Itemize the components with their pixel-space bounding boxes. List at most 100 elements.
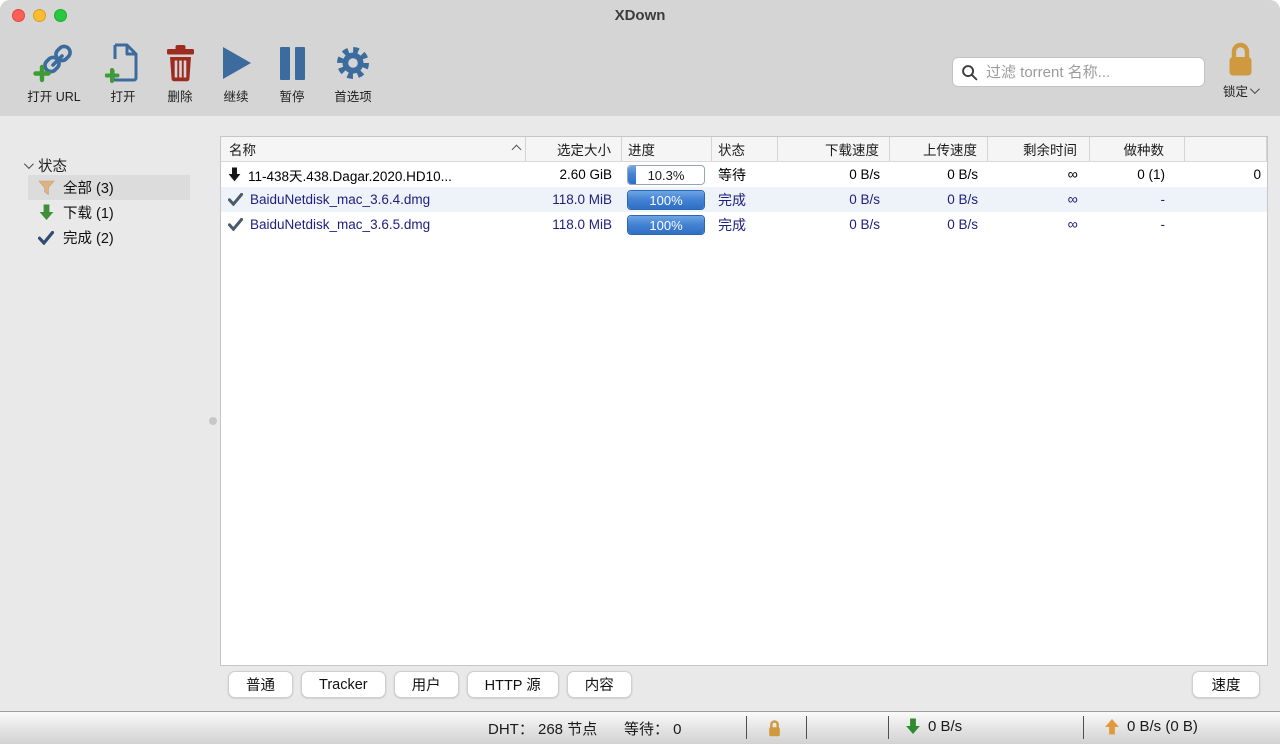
toolbar-label: 打开 [110,86,135,105]
waiting-count-status: 等待： 0 [624,718,682,739]
main-area: 状态 全部 (3) 下载 (1) 完成 [0,116,1280,712]
statusbar-divider [888,716,889,739]
pause-button[interactable]: 暂停 [268,30,316,105]
cell-name: BaiduNetdisk_mac_3.6.5.dmg [221,212,526,237]
upload-speed-status: 0 B/s (0 B) [1104,718,1198,735]
cell-download-speed: 0 B/s [778,187,890,212]
cell-progress: 100% [622,187,712,212]
completed-check-icon [228,218,243,231]
sidebar-item-label: 全部 (3) [63,177,114,198]
table-row[interactable]: BaiduNetdisk_mac_3.6.5.dmg 118.0 MiB 100… [221,212,1267,237]
lock-label-wrap: 锁定 [1223,81,1257,100]
dht-nodes-status: DHT： 268 节点 [488,718,597,739]
speed-button[interactable]: 速度 [1192,671,1260,698]
cell-name: BaiduNetdisk_mac_3.6.4.dmg [221,187,526,212]
xdown-window: XDown [0,0,1280,744]
window-chrome: XDown [0,0,1280,117]
column-header-download-speed[interactable]: 下载速度 [778,137,890,161]
cell-status: 完成 [712,212,778,237]
lock-icon [1225,42,1256,77]
open-file-button[interactable]: 打开 [98,30,148,105]
upload-arrow-icon [1104,718,1120,735]
table-row[interactable]: BaiduNetdisk_mac_3.6.4.dmg 118.0 MiB 100… [221,187,1267,212]
download-arrow-icon [37,204,55,221]
check-icon [37,231,55,245]
table-body: 11-438天.438.Dagar.2020.HD10... 2.60 GiB … [221,162,1267,237]
sidebar-group-status[interactable]: 状态 [24,155,67,176]
cell-name: 11-438天.438.Dagar.2020.HD10... [221,162,526,187]
toolbar-buttons: 打开 URL 打开 [18,30,382,105]
sidebar-item-downloading[interactable]: 下载 (1) [28,200,190,225]
pause-icon [279,42,306,84]
toolbar: 打开 URL 打开 [0,30,1280,115]
trash-icon [165,42,196,84]
chevron-down-icon [1250,84,1260,94]
resume-button[interactable]: 继续 [212,30,260,105]
table-row[interactable]: 11-438天.438.Dagar.2020.HD10... 2.60 GiB … [221,162,1267,187]
toolbar-label: 首选项 [334,86,372,105]
download-speed-value: 0 B/s [928,718,962,735]
title-bar[interactable]: XDown [0,0,1280,30]
cell-upload-speed: 0 B/s [890,187,988,212]
play-icon [220,42,253,84]
document-plus-icon [105,42,141,84]
sort-ascending-icon [512,144,522,154]
cell-extra [1185,187,1267,212]
download-arrow-icon [905,718,921,735]
cell-progress: 10.3% [622,162,712,187]
column-header-seeds[interactable]: 做种数 [1090,137,1185,161]
progress-label: 100% [628,216,704,234]
cell-size: 118.0 MiB [526,187,622,212]
delete-button[interactable]: 删除 [156,30,204,105]
column-header-eta[interactable]: 剩余时间 [988,137,1090,161]
cell-status: 等待 [712,162,778,187]
completed-check-icon [228,193,243,206]
column-header-size[interactable]: 选定大小 [526,137,622,161]
sidebar-item-completed[interactable]: 完成 (2) [28,225,190,250]
preferences-button[interactable]: 首选项 [324,30,382,105]
column-header-name[interactable]: 名称 [221,137,526,161]
cell-seeds: - [1090,187,1185,212]
cell-extra [1185,212,1267,237]
progress-label: 10.3% [628,166,704,184]
open-url-button[interactable]: 打开 URL [18,30,90,105]
cell-upload-speed: 0 B/s [890,162,988,187]
cell-status: 完成 [712,187,778,212]
table-header: 名称 选定大小 进度 状态 下载速度 上传速度 剩余时间 做种数 [221,137,1267,162]
filter-search-field[interactable] [952,57,1205,87]
column-header-extra[interactable] [1185,137,1267,161]
column-header-upload-speed[interactable]: 上传速度 [890,137,988,161]
progress-bar: 100% [627,190,705,210]
search-input[interactable] [984,63,1196,82]
cell-size: 2.60 GiB [526,162,622,187]
cell-eta: ∞ [988,162,1090,187]
gear-icon [334,42,372,84]
detail-tab[interactable]: 普通 [228,671,293,698]
splitter-handle[interactable] [209,417,217,425]
funnel-icon [37,180,55,196]
file-name: 11-438天.438.Dagar.2020.HD10... [248,165,452,185]
upload-speed-value: 0 B/s (0 B) [1127,718,1198,735]
sidebar-item-all[interactable]: 全部 (3) [28,175,190,200]
sidebar-group-label: 状态 [38,155,67,176]
file-name: BaiduNetdisk_mac_3.6.5.dmg [250,217,430,232]
progress-bar: 100% [627,215,705,235]
detail-tab[interactable]: HTTP 源 [467,671,559,698]
detail-tabs: 普通 Tracker 用户 HTTP 源 内容 [228,671,632,698]
detail-tab[interactable]: 用户 [394,671,459,698]
status-bar: DHT： 268 节点 等待： 0 0 B/s 0 B/s (0 B) [0,711,1280,744]
progress-label: 100% [628,191,704,209]
sidebar-item-label: 下载 (1) [63,202,114,223]
lock-button[interactable]: 锁定 [1214,42,1266,100]
toolbar-label: 暂停 [279,86,304,105]
status-lock-icon[interactable] [767,720,782,741]
column-header-progress[interactable]: 进度 [622,137,712,161]
column-header-status[interactable]: 状态 [712,137,778,161]
detail-tab[interactable]: 内容 [567,671,632,698]
search-icon [961,64,978,81]
detail-tab[interactable]: Tracker [301,671,386,698]
toolbar-label: 打开 URL [27,86,80,105]
link-plus-icon [33,42,75,84]
cell-upload-speed: 0 B/s [890,212,988,237]
cell-seeds: - [1090,212,1185,237]
